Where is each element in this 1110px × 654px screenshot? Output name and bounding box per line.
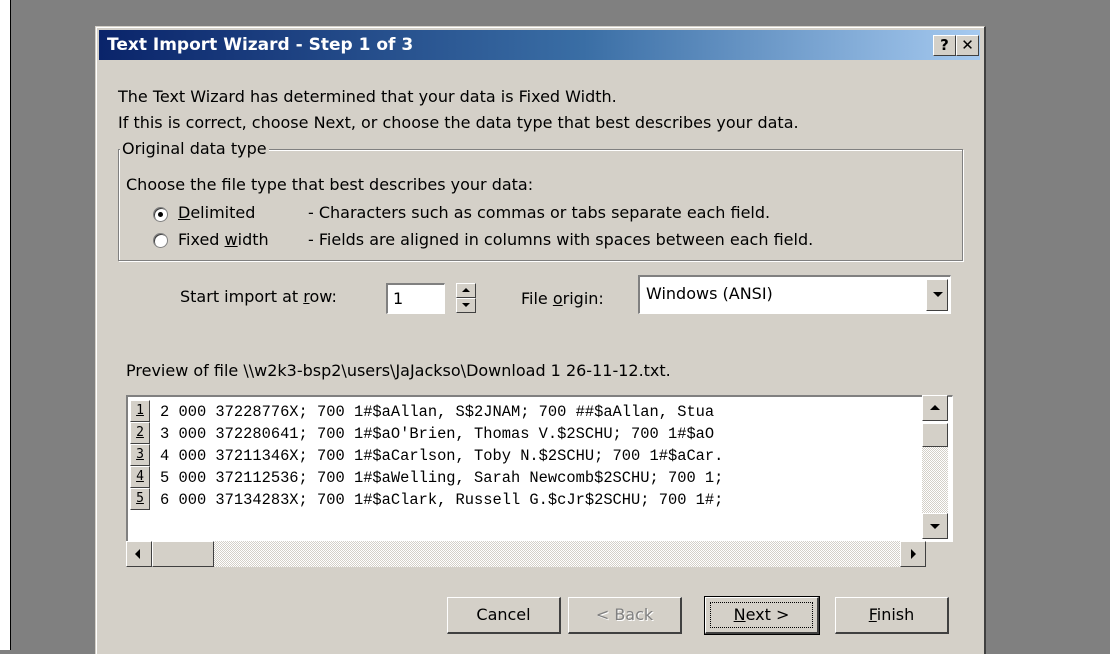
- left-arrow-icon: [135, 549, 140, 559]
- preview-row: 3 4 000 37211346X; 700 1#$aCarlson, Toby…: [128, 443, 932, 467]
- window-title: Text Import Wizard - Step 1 of 3: [107, 35, 414, 55]
- horizontal-scroll-thumb[interactable]: [152, 541, 214, 567]
- start-row-spinner[interactable]: [456, 283, 476, 313]
- row-text: 5 000 372112536; 700 1#$aWelling, Sarah …: [160, 469, 724, 487]
- row-number: 5: [130, 488, 150, 510]
- intro-line-1: The Text Wizard has determined that your…: [118, 87, 617, 106]
- file-origin-select[interactable]: Windows (ANSI): [638, 275, 951, 314]
- intro-line-2: If this is correct, choose Next, or choo…: [118, 113, 799, 132]
- row-text: 6 000 37134283X; 700 1#$aClark, Russell …: [160, 491, 724, 509]
- help-button[interactable]: ?: [933, 35, 956, 56]
- file-origin-value: Windows (ANSI): [646, 284, 773, 303]
- horizontal-scroll-track[interactable]: [214, 541, 900, 567]
- fixed-width-label[interactable]: Fixed width: [178, 230, 269, 249]
- start-row-input[interactable]: 1: [386, 283, 445, 314]
- close-button[interactable]: ✕: [956, 35, 979, 56]
- row-text: 3 000 372280641; 700 1#$aO'Brien, Thomas…: [160, 425, 715, 443]
- finish-button[interactable]: Finish: [835, 597, 949, 634]
- up-arrow-icon: [462, 288, 470, 292]
- scroll-right-button[interactable]: [900, 541, 926, 567]
- row-number: 1: [130, 400, 150, 422]
- preview-pane[interactable]: 1 2 000 37228776X; 700 1#$aAllan, S$2JNA…: [126, 395, 953, 542]
- preview-row: 1 2 000 37228776X; 700 1#$aAllan, S$2JNA…: [128, 399, 932, 423]
- scroll-left-button[interactable]: [126, 541, 152, 567]
- file-origin-dropdown-button[interactable]: [926, 279, 948, 311]
- title-bar[interactable]: Text Import Wizard - Step 1 of 3 ? ✕: [99, 30, 980, 60]
- down-arrow-icon: [930, 524, 940, 529]
- preview-row: 2 3 000 372280641; 700 1#$aO'Brien, Thom…: [128, 421, 932, 445]
- back-button[interactable]: < Back: [568, 597, 682, 634]
- right-arrow-icon: [911, 549, 916, 559]
- spin-up-button[interactable]: [456, 283, 476, 298]
- group-legend: Original data type: [120, 139, 269, 158]
- delimited-label[interactable]: Delimited: [178, 203, 255, 222]
- preview-horizontal-scrollbar[interactable]: [126, 539, 950, 567]
- chevron-down-icon: [933, 292, 943, 297]
- preview-row: 5 6 000 37134283X; 700 1#$aClark, Russel…: [128, 487, 932, 511]
- next-button[interactable]: Next >: [704, 596, 820, 635]
- row-text: 4 000 37211346X; 700 1#$aCarlson, Toby N…: [160, 447, 724, 465]
- fixed-width-description: - Fields are aligned in columns with spa…: [308, 230, 814, 249]
- preview-row: 4 5 000 372112536; 700 1#$aWelling, Sara…: [128, 465, 932, 489]
- row-number: 4: [130, 466, 150, 488]
- spin-down-button[interactable]: [456, 298, 476, 313]
- row-number: 2: [130, 422, 150, 444]
- start-row-label: Start import at row:: [180, 287, 337, 306]
- row-number: 3: [130, 444, 150, 466]
- preview-label: Preview of file \\w2k3-bsp2\users\JaJack…: [126, 361, 671, 380]
- delimited-description: - Characters such as commas or tabs sepa…: [308, 203, 771, 222]
- up-arrow-icon: [930, 405, 940, 410]
- text-import-wizard-dialog: Text Import Wizard - Step 1 of 3 ? ✕ The…: [95, 26, 986, 654]
- scroll-track[interactable]: [922, 447, 948, 513]
- delimited-radio[interactable]: [153, 207, 168, 222]
- scroll-thumb[interactable]: [922, 423, 948, 447]
- fixed-width-radio[interactable]: [153, 233, 168, 248]
- down-arrow-icon: [462, 303, 470, 307]
- file-type-prompt: Choose the file type that best describes…: [126, 175, 534, 194]
- row-text: 2 000 37228776X; 700 1#$aAllan, S$2JNAM;…: [160, 403, 715, 421]
- preview-vertical-scrollbar[interactable]: [922, 395, 950, 539]
- file-origin-label: File origin:: [521, 289, 604, 308]
- scroll-up-button[interactable]: [922, 395, 948, 421]
- scroll-down-button[interactable]: [922, 513, 948, 539]
- cancel-button[interactable]: Cancel: [447, 597, 561, 634]
